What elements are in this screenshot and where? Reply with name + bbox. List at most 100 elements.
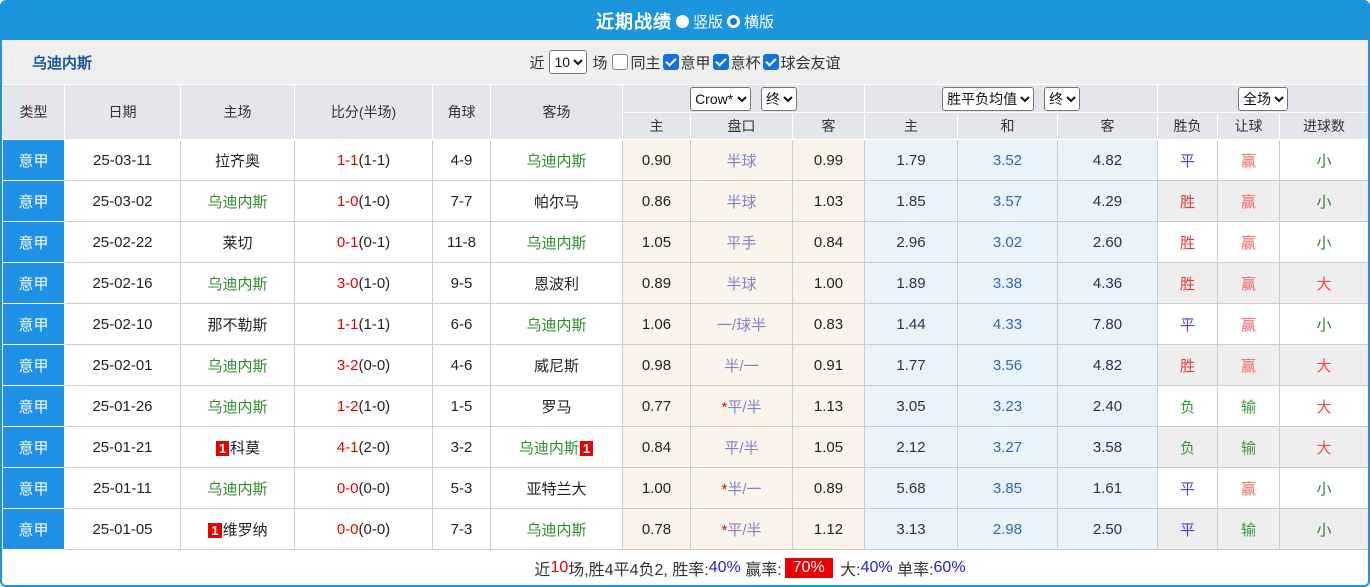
away-team-name: 乌迪内斯 bbox=[518, 439, 579, 457]
euro-draw-odds: 3.38 bbox=[957, 262, 1059, 304]
handicap-result: 赢 bbox=[1217, 344, 1281, 386]
checkbox-icon[interactable] bbox=[712, 54, 729, 70]
handicap-result: 赢 bbox=[1217, 221, 1281, 263]
asia-handicap: 平/半 bbox=[690, 426, 793, 468]
away-team-name: 帕尔马 bbox=[533, 193, 579, 211]
subcol-euro-home: 主 bbox=[864, 112, 959, 140]
league-cell: 意甲 bbox=[2, 385, 65, 427]
asia-home-odds: 0.90 bbox=[622, 139, 691, 181]
home-team-cell: 1 维罗纳 bbox=[180, 508, 295, 550]
corner-cell: 11-8 bbox=[432, 221, 491, 263]
handicap-result: 输 bbox=[1217, 426, 1281, 468]
asia-handicap: 平手 bbox=[690, 221, 793, 263]
corner-cell: 7-7 bbox=[432, 180, 491, 222]
euro-state-select[interactable]: 终 bbox=[1043, 86, 1080, 111]
checkbox-icon[interactable] bbox=[762, 54, 779, 70]
half-time-score: (1-1) bbox=[358, 151, 391, 169]
home-team-cell: 那不勒斯 bbox=[180, 303, 295, 345]
layout-radio-0[interactable] bbox=[675, 14, 689, 28]
league-cell: 意甲 bbox=[2, 426, 65, 468]
col-header-home: 主场 bbox=[180, 84, 295, 140]
home-team-name: 乌迪内斯 bbox=[207, 357, 268, 375]
checkbox-label: 球会友谊 bbox=[780, 54, 841, 72]
home-red-card-badge: 1 bbox=[208, 522, 222, 538]
away-team-name: 威尼斯 bbox=[533, 357, 579, 375]
checkbox-icon[interactable] bbox=[612, 54, 629, 70]
away-team-cell: 乌迪内斯 bbox=[490, 303, 623, 345]
date-cell: 25-03-11 bbox=[64, 139, 181, 181]
asia-away-odds: 0.99 bbox=[791, 139, 866, 181]
euro-away-odds: 4.29 bbox=[1057, 180, 1159, 222]
euro-home-odds: 2.96 bbox=[864, 221, 959, 263]
goals-result: 小 bbox=[1279, 303, 1368, 345]
near-label: 近 bbox=[529, 54, 545, 72]
home-team-cell: 拉齐奥 bbox=[180, 139, 295, 181]
checkbox-icon[interactable] bbox=[662, 54, 679, 70]
filter-checkbox-3[interactable]: 球会友谊 bbox=[762, 52, 841, 73]
league-cell: 意甲 bbox=[2, 508, 65, 550]
euro-draw-odds: 2.98 bbox=[957, 508, 1059, 550]
score-cell: 1-0(1-0) bbox=[294, 180, 433, 222]
euro-away-odds: 3.58 bbox=[1057, 426, 1159, 468]
summary-segment-0: 近 bbox=[534, 562, 551, 579]
asia-away-odds: 1.00 bbox=[791, 262, 866, 304]
away-team-cell: 亚特兰大 bbox=[490, 467, 623, 509]
asia-odds-select-group: Crow* 终 bbox=[621, 84, 866, 113]
half-time-score: (0-0) bbox=[358, 520, 391, 538]
euro-away-odds: 1.61 bbox=[1057, 467, 1159, 509]
match-count-select[interactable]: 10 bbox=[549, 50, 588, 74]
asia-away-odds: 1.13 bbox=[791, 385, 866, 427]
scope-select[interactable]: 全场 bbox=[1238, 86, 1289, 111]
subcol-cover: 让球 bbox=[1217, 112, 1281, 140]
bookmaker-state-select[interactable]: 终 bbox=[760, 86, 797, 111]
goals-result: 小 bbox=[1279, 467, 1368, 509]
home-team-cell: 乌迪内斯 bbox=[180, 385, 295, 427]
full-time-score: 0-1 bbox=[336, 233, 359, 251]
score-cell: 0-1(0-1) bbox=[294, 221, 433, 263]
games-label: 场 bbox=[592, 54, 608, 72]
euro-home-odds: 1.89 bbox=[864, 262, 959, 304]
match-result: 平 bbox=[1157, 139, 1219, 181]
home-team-name: 科莫 bbox=[230, 439, 261, 457]
score-cell: 3-2(0-0) bbox=[294, 344, 433, 386]
table-row: 意甲 25-02-22 莱切 0-1(0-1) 11-8 乌迪内斯 1.05 平… bbox=[2, 221, 1368, 263]
handicap-text: 一/球半 bbox=[716, 316, 767, 334]
league-cell: 意甲 bbox=[2, 262, 65, 304]
col-header-date: 日期 bbox=[64, 84, 181, 140]
asia-handicap: 半球 bbox=[690, 180, 793, 222]
full-time-score: 0-0 bbox=[336, 479, 359, 497]
subcol-euro-away: 客 bbox=[1057, 112, 1159, 140]
full-time-score: 4-1 bbox=[336, 438, 359, 456]
euro-draw-odds: 3.57 bbox=[957, 180, 1059, 222]
home-team-name: 乌迪内斯 bbox=[207, 480, 268, 498]
handicap-result: 输 bbox=[1217, 385, 1281, 427]
scope-select-group: 全场 bbox=[1157, 84, 1368, 113]
checkbox-label: 意甲 bbox=[680, 54, 711, 72]
away-team-cell: 乌迪内斯 bbox=[490, 508, 623, 550]
league-cell: 意甲 bbox=[2, 344, 65, 386]
full-time-score: 1-0 bbox=[336, 192, 359, 210]
away-team-name: 乌迪内斯 bbox=[526, 521, 587, 539]
corner-cell: 5-3 bbox=[432, 467, 491, 509]
away-team-cell: 恩波利 bbox=[490, 262, 623, 304]
home-red-card-badge: 1 bbox=[215, 440, 230, 456]
match-result: 胜 bbox=[1157, 262, 1219, 304]
euro-away-odds: 4.82 bbox=[1057, 139, 1159, 181]
summary-text: 近 10 场,胜4平4负2, 胜率: 40% 赢率: 70% 大: 40% 单率: 60% bbox=[534, 556, 966, 580]
away-team-cell: 乌迪内斯 1 bbox=[490, 426, 623, 468]
bookmaker-select[interactable]: Crow* bbox=[690, 86, 752, 111]
full-time-score: 3-2 bbox=[336, 356, 359, 374]
filter-checkbox-2[interactable]: 意杯 bbox=[712, 52, 761, 73]
half-time-score: (0-1) bbox=[358, 233, 391, 251]
goals-result: 小 bbox=[1279, 508, 1368, 550]
date-cell: 25-01-05 bbox=[64, 508, 181, 550]
euro-draw-odds: 3.56 bbox=[957, 344, 1059, 386]
filter-checkbox-1[interactable]: 意甲 bbox=[662, 52, 711, 73]
layout-radio-1[interactable] bbox=[727, 14, 740, 28]
filter-checkbox-0[interactable]: 同主 bbox=[612, 52, 661, 73]
league-cell: 意甲 bbox=[2, 303, 65, 345]
euro-odds-select[interactable]: 胜平负均值 bbox=[942, 86, 1035, 111]
euro-draw-odds: 3.27 bbox=[957, 426, 1059, 468]
asia-handicap: 半球 bbox=[690, 262, 793, 304]
half-time-score: (1-0) bbox=[358, 274, 391, 292]
